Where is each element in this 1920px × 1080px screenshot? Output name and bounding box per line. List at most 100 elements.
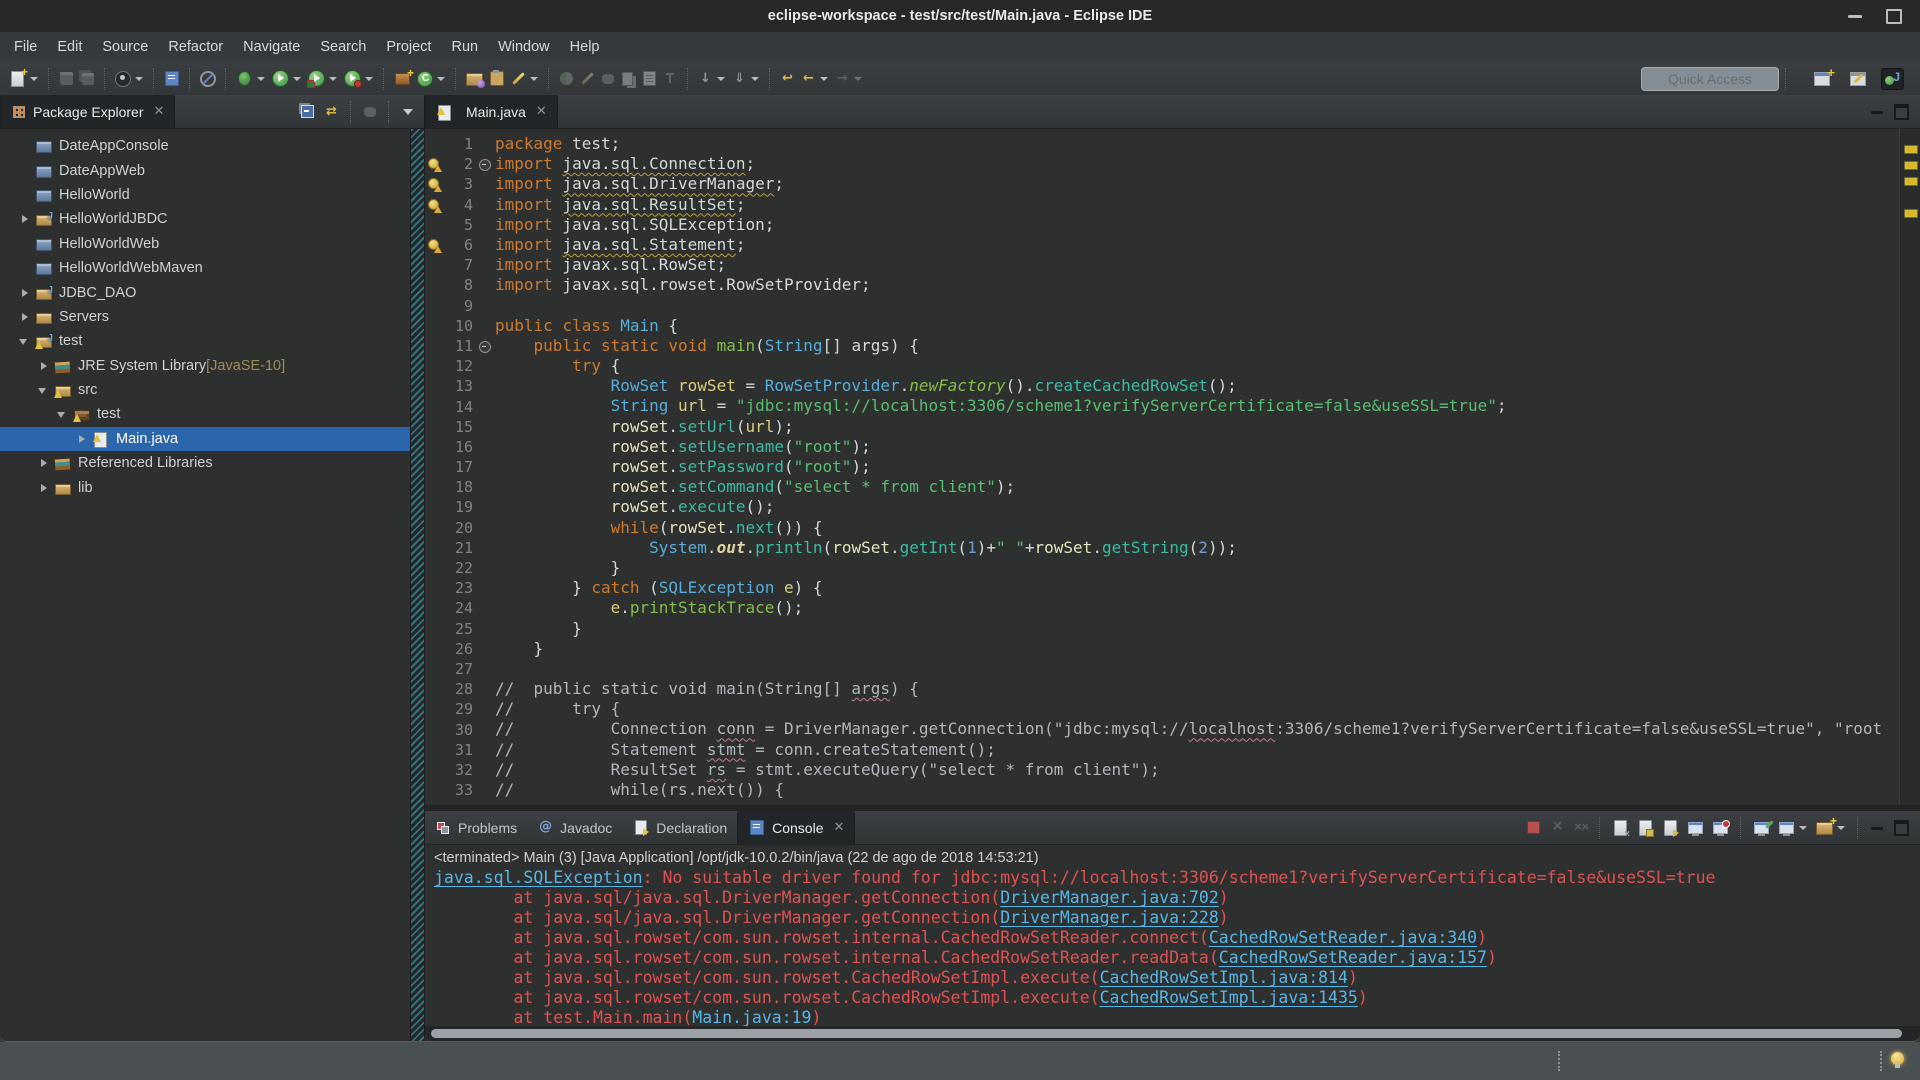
profile-dropdown-icon[interactable]: [365, 77, 373, 81]
next-annotation-dropdown-icon[interactable]: [717, 77, 725, 81]
close-icon[interactable]: ✕: [834, 820, 845, 835]
back-icon[interactable]: ←: [798, 66, 832, 92]
tree-item-main-java[interactable]: Main.java: [0, 427, 411, 451]
menu-refactor[interactable]: Refactor: [158, 35, 233, 59]
clear-console-icon[interactable]: [1609, 815, 1632, 841]
search-dropdown-icon[interactable]: [530, 77, 538, 81]
display-selected-console-icon[interactable]: [1750, 815, 1773, 841]
prev-annotation-icon[interactable]: ⇓: [729, 66, 763, 92]
tree-item-helloworldweb[interactable]: HelloWorldWeb: [0, 232, 411, 256]
javaee-perspective-icon[interactable]: [1845, 67, 1871, 91]
run-icon[interactable]: [269, 66, 305, 92]
tab-package-explorer[interactable]: Package Explorer ✕: [0, 95, 175, 128]
fold-collapse-icon[interactable]: [479, 341, 491, 353]
tree-item-jdbc-dao[interactable]: JDBC_DAO: [0, 280, 411, 304]
tab-console[interactable]: Console✕: [737, 811, 855, 844]
new-wizard-icon[interactable]: [6, 66, 42, 92]
run-dropdown-icon[interactable]: [293, 77, 301, 81]
window-maximize-button[interactable]: [1886, 9, 1902, 24]
tree-item-test[interactable]: test: [0, 402, 411, 426]
window-minimize-button[interactable]: [1848, 15, 1862, 18]
open-perspective-icon[interactable]: [1809, 67, 1835, 91]
view-menu-icon[interactable]: [398, 99, 418, 125]
back-dropdown-icon[interactable]: [820, 77, 828, 81]
user-profile-dropdown-icon[interactable]: [135, 77, 143, 81]
stack-trace-link[interactable]: java.sql.SQLException: [434, 868, 643, 887]
profile-icon[interactable]: [341, 66, 377, 92]
collapse-all-icon[interactable]: [296, 99, 319, 125]
expander-expanded-icon[interactable]: [37, 383, 51, 397]
annotate-icon[interactable]: [577, 66, 598, 92]
open-task-icon[interactable]: [486, 66, 508, 92]
expander-expanded-icon[interactable]: [56, 407, 70, 421]
menu-navigate[interactable]: Navigate: [233, 35, 310, 59]
external-tools-icon[interactable]: [556, 66, 577, 92]
tree-item-dateappconsole[interactable]: DateAppConsole: [0, 134, 411, 158]
menu-project[interactable]: Project: [376, 35, 441, 59]
forward-dropdown-icon[interactable]: [854, 77, 862, 81]
pin-console-icon[interactable]: [1684, 815, 1707, 841]
warning-marker[interactable]: [1904, 209, 1918, 218]
tab-problems[interactable]: Problems: [425, 811, 527, 844]
tab-main-java[interactable]: Main.java ✕: [425, 95, 558, 128]
warning-marker[interactable]: [1904, 177, 1918, 186]
menu-run[interactable]: Run: [441, 35, 488, 59]
scroll-lock-icon[interactable]: [1634, 815, 1657, 841]
stack-trace-link[interactable]: DriverManager.java:228: [1000, 908, 1219, 927]
terminate-icon[interactable]: [1522, 815, 1545, 841]
tree-item-servers[interactable]: Servers: [0, 305, 411, 329]
tree-item-src[interactable]: src: [0, 378, 411, 402]
stack-trace-link[interactable]: CachedRowSetReader.java:157: [1219, 948, 1487, 967]
outline-icon[interactable]: [639, 66, 660, 92]
tree-item-test[interactable]: test: [0, 329, 411, 353]
minimize-view-icon[interactable]: [1867, 815, 1887, 841]
maximize-view-icon[interactable]: [1889, 99, 1914, 125]
next-annotation-icon[interactable]: ↓: [695, 66, 729, 92]
new-java-project-icon[interactable]: [391, 66, 414, 92]
minimize-view-icon[interactable]: [1867, 99, 1887, 125]
menu-file[interactable]: File: [4, 35, 47, 59]
team-sync-icon[interactable]: [598, 66, 618, 92]
debug-icon[interactable]: [233, 66, 269, 92]
open-console-dropdown-icon[interactable]: [1799, 826, 1807, 830]
code-editor[interactable]: 1package test;2import java.sql.Connectio…: [425, 129, 1920, 805]
expander-collapsed-icon[interactable]: [75, 432, 89, 446]
coverage-dropdown-icon[interactable]: [329, 77, 337, 81]
new-wizard-dropdown-icon[interactable]: [30, 77, 38, 81]
prev-annotation-dropdown-icon[interactable]: [751, 77, 759, 81]
coverage-icon[interactable]: [305, 66, 341, 92]
warning-marker[interactable]: [1904, 145, 1918, 154]
tree-item-jre-system-library[interactable]: JRE System Library [JavaSE-10]: [0, 354, 411, 378]
menu-window[interactable]: Window: [488, 35, 560, 59]
open-console-icon[interactable]: [1775, 815, 1811, 841]
last-edit-location-icon[interactable]: ↩: [777, 66, 798, 92]
new-java-class-dropdown-icon[interactable]: [437, 77, 445, 81]
menu-search[interactable]: Search: [310, 35, 376, 59]
console-horizontal-scrollbar[interactable]: [431, 1029, 1902, 1038]
tree-item-helloworldjbdc[interactable]: HelloWorldJBDC: [0, 207, 411, 231]
remove-launch-icon[interactable]: ×: [1547, 815, 1568, 841]
menu-source[interactable]: Source: [92, 35, 158, 59]
java-perspective-icon[interactable]: [1881, 68, 1904, 90]
warning-marker[interactable]: [1904, 161, 1918, 170]
new-console-view-icon[interactable]: [1813, 815, 1849, 841]
console-icon[interactable]: [161, 66, 183, 92]
package-explorer-scrollbar[interactable]: [410, 129, 424, 1041]
link-with-editor-icon[interactable]: ⇄: [321, 99, 342, 125]
expander-expanded-icon[interactable]: [18, 334, 32, 348]
fold-collapse-icon[interactable]: [479, 159, 491, 171]
console-output[interactable]: java.sql.SQLException: No suitable drive…: [425, 868, 1920, 1028]
pin-editor-icon[interactable]: [660, 66, 681, 92]
stack-trace-link[interactable]: DriverManager.java:702: [1000, 888, 1219, 907]
search-icon[interactable]: [508, 66, 542, 92]
open-type-icon[interactable]: [463, 66, 486, 92]
tab-declaration[interactable]: Declaration: [622, 811, 737, 844]
notification-lightbulb-icon[interactable]: [1891, 1052, 1904, 1065]
tree-item-helloworld[interactable]: HelloWorld: [0, 183, 411, 207]
tree-item-dateappweb[interactable]: DateAppWeb: [0, 158, 411, 182]
save-icon[interactable]: [56, 66, 77, 92]
tab-javadoc[interactable]: @Javadoc: [527, 811, 622, 844]
tree-item-referenced-libraries[interactable]: Referenced Libraries: [0, 451, 411, 475]
expander-collapsed-icon[interactable]: [37, 359, 51, 373]
remove-all-launches-icon[interactable]: ××: [1570, 815, 1591, 841]
